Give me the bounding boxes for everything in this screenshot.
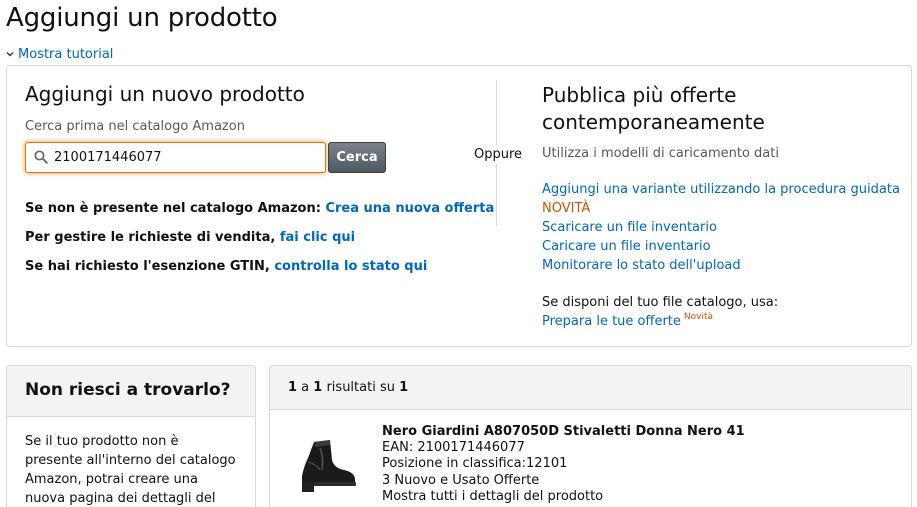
results-count: 1 a 1 risultati su 1 [288,380,408,395]
add-variant-link[interactable]: Aggiungi una variante utilizzando la pro… [542,182,900,197]
gtin-exemption-text: Se hai richiesto l'esenzione GTIN, [25,259,270,274]
cant-find-title: Non riesci a trovarlo? [25,380,231,400]
download-inventory-link[interactable]: Scaricare un file inventario [542,220,717,235]
results-from: 1 [288,380,298,395]
product-ean: EAN: 2100171446077 [382,440,525,455]
click-here-link[interactable]: fai clic qui [280,230,355,245]
add-product-panel: Aggiungi un nuovo prodotto Cerca prima n… [6,65,912,347]
new-badge-small: Novità [683,312,713,322]
cant-find-panel: Non riesci a trovarlo? Se il tuo prodott… [6,365,256,507]
results-sep: a [297,380,314,395]
results-to: 1 [313,380,323,395]
search-hint: Cerca prima nel catalogo Amazon [25,119,245,134]
show-tutorial-link[interactable]: Mostra tutorial [6,47,113,62]
product-offers: 3 Nuovo e Usato Offerte [382,473,540,488]
new-badge: NOVITÀ [542,201,591,216]
product-details-link[interactable]: Mostra tutti i dettagli del prodotto [382,489,603,504]
results-sep: risultati su [322,380,400,395]
results-total: 1 [399,380,409,395]
chevron-down-icon [6,47,15,62]
product-title: Nero Giardini A807050D Stivaletti Donna … [382,424,745,439]
product-rank: Posizione in classifica:12101 [382,456,568,471]
gtin-exemption-line: Se hai richiesto l'esenzione GTIN, contr… [25,259,427,274]
results-panel: 1 a 1 risultati su 1 Nero Giardini A8070… [269,365,912,507]
sell-requests-line: Per gestire le richieste di vendita, fai… [25,230,355,245]
prepare-offers-line: Prepara le tue offerte Novità [542,312,713,329]
create-offer-line: Se non è presente nel catalogo Amazon: C… [25,201,494,216]
show-tutorial-label: Mostra tutorial [18,47,114,62]
or-label: Oppure [474,145,523,164]
bulk-offers-title: Pubblica più offerte contemporaneamente [542,83,765,134]
check-status-link[interactable]: controlla lo stato qui [274,259,427,274]
bulk-offers-hint: Utilizza i modelli di caricamento dati [542,146,779,161]
search-button[interactable]: Cerca [328,142,386,173]
search-box [25,142,326,173]
upload-inventory-link[interactable]: Caricare un file inventario [542,239,711,254]
product-boot-image[interactable] [294,436,360,496]
search-icon [34,150,48,164]
sell-requests-text: Per gestire le richieste di vendita, [25,230,276,245]
monitor-upload-link[interactable]: Monitorare lo stato dell'upload [542,258,741,273]
add-new-product-title: Aggiungi un nuovo prodotto [25,82,305,106]
create-new-offer-link[interactable]: Crea una nuova offerta [325,201,494,216]
search-input[interactable] [54,146,322,169]
page-title: Aggiungi un prodotto [6,3,278,33]
prepare-offers-link[interactable]: Prepara le tue offerte [542,314,681,329]
create-offer-text: Se non è presente nel catalogo Amazon: [25,201,321,216]
cant-find-text: Se il tuo prodotto non è presente all'in… [25,434,236,506]
catalog-file-hint: Se disponi del tuo file catalogo, usa: [542,295,779,310]
